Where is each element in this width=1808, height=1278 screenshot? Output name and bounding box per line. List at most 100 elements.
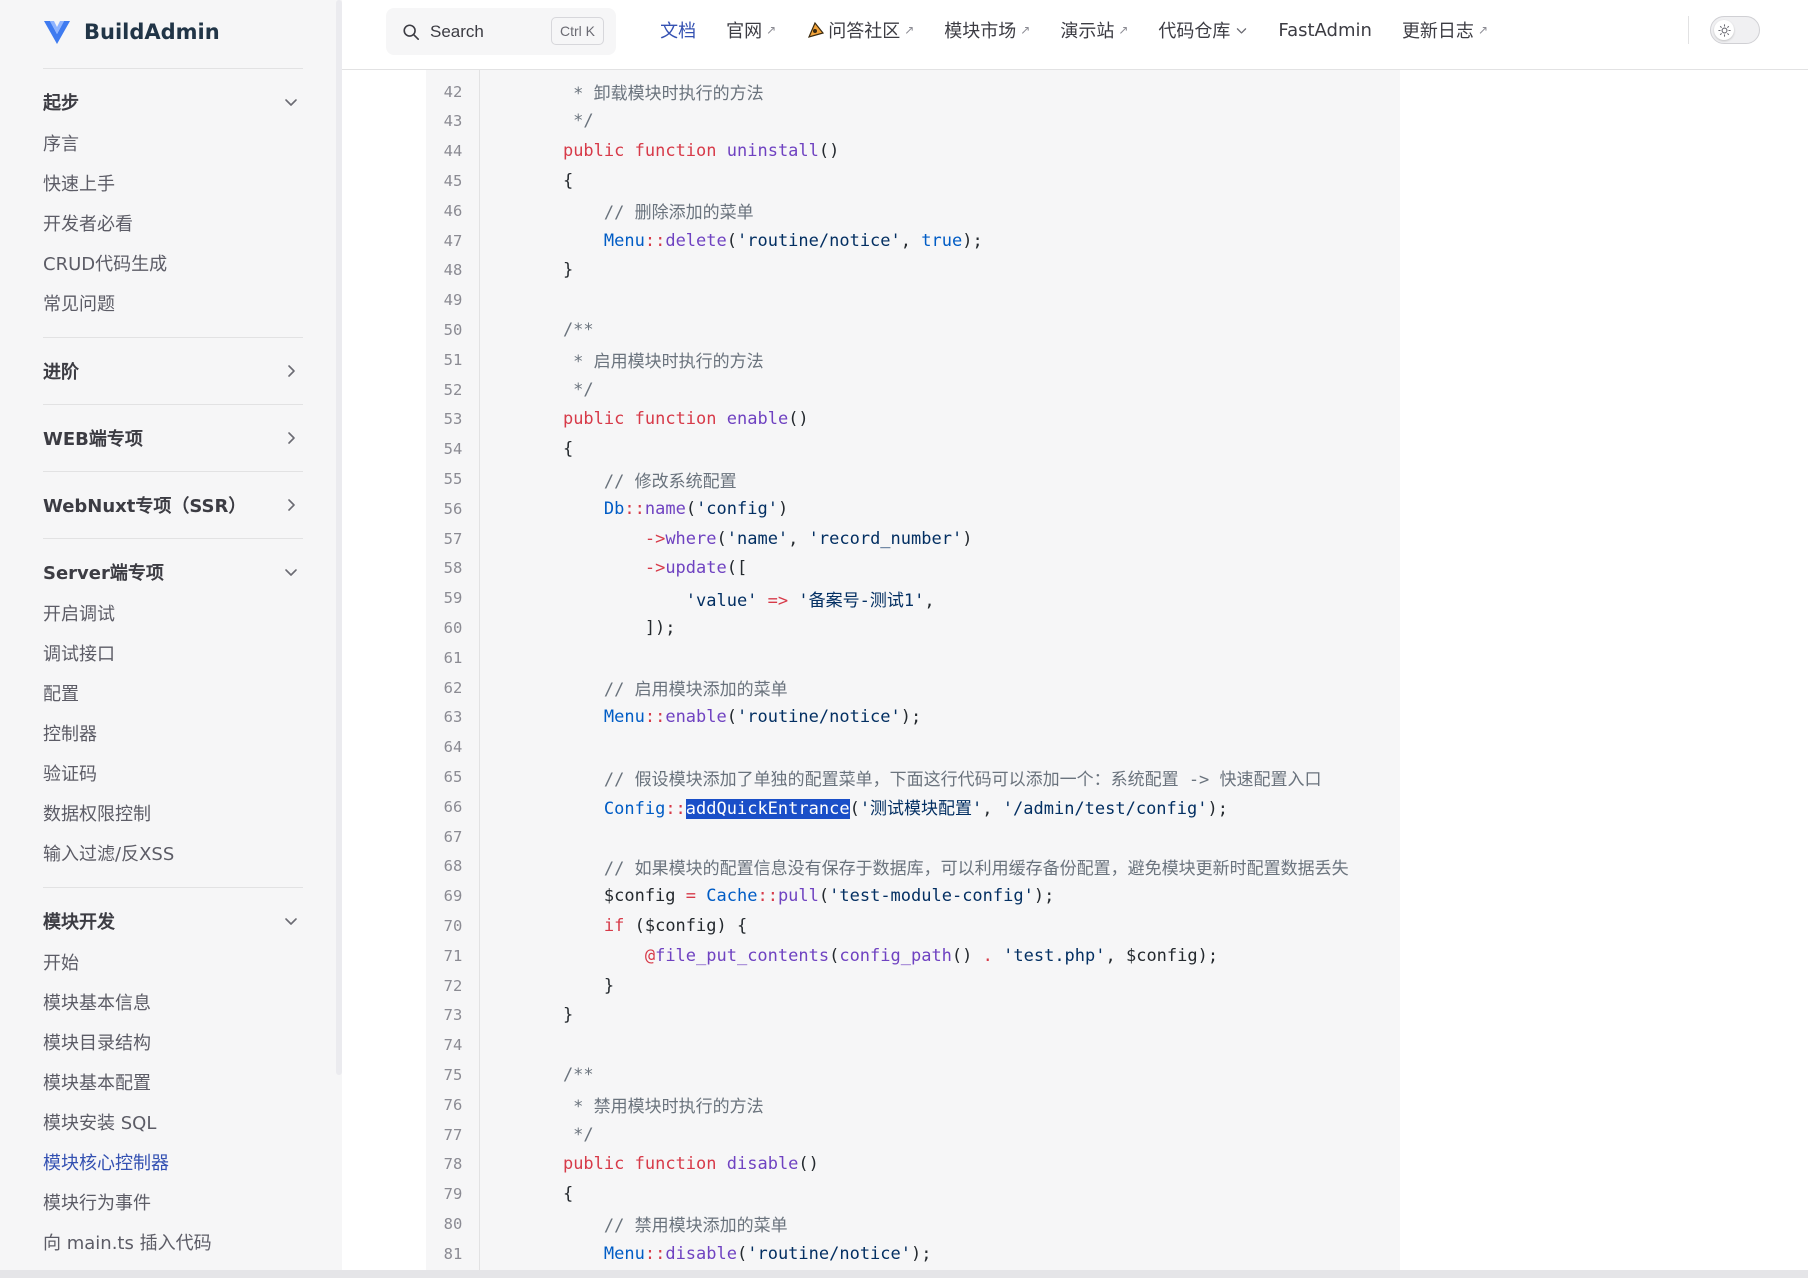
top-nav-link[interactable]: 官网 ↗: [726, 17, 776, 43]
code-text[interactable]: 'value' => '备案号-测试1',: [480, 586, 935, 611]
code-text[interactable]: // 修改系统配置: [480, 467, 737, 492]
sidebar-group-title: 起步: [43, 93, 79, 114]
sidebar-item[interactable]: 模块行为事件: [43, 1182, 303, 1222]
sidebar-group-toggle[interactable]: WEB端专项: [43, 405, 303, 471]
code-line: 74: [426, 1030, 1400, 1060]
code-text[interactable]: ]);: [480, 618, 676, 638]
code-text[interactable]: Menu::disable('routine/notice');: [480, 1244, 932, 1264]
sidebar-group-toggle[interactable]: WebNuxt专项（SSR）: [43, 472, 303, 538]
sidebar-item[interactable]: 开始: [43, 942, 303, 982]
top-nav-link[interactable]: 演示站 ↗: [1060, 17, 1128, 43]
code-token: , $config);: [1105, 945, 1219, 966]
code-text[interactable]: public function enable(): [480, 409, 809, 429]
code-text[interactable]: }: [480, 976, 614, 996]
line-number: 72: [443, 976, 463, 995]
code-text[interactable]: // 假设模块添加了单独的配置菜单，下面这行代码可以添加一个：系统配置 -> 快…: [480, 765, 1322, 790]
sidebar-item[interactable]: 模块目录结构: [43, 1022, 303, 1062]
line-number: 64: [443, 738, 463, 757]
code-text[interactable]: /**: [480, 320, 594, 340]
top-nav-label: 更新日志: [1401, 21, 1474, 42]
code-text[interactable]: public function disable(): [480, 1154, 819, 1174]
code-line: 47 Menu::delete('routine/notice', true);: [426, 226, 1400, 256]
code-text[interactable]: Menu::delete('routine/notice', true);: [480, 231, 983, 251]
external-link-icon: ↗: [904, 23, 915, 37]
line-number: 51: [443, 350, 463, 369]
sidebar-item[interactable]: 配置: [43, 673, 303, 713]
code-text[interactable]: */: [480, 111, 593, 131]
code-text[interactable]: * 卸载模块时执行的方法: [480, 79, 763, 104]
top-nav-link[interactable]: 文档: [660, 17, 696, 43]
code-token: .: [982, 945, 993, 966]
sidebar-item[interactable]: 控制器: [43, 713, 303, 753]
sidebar-item[interactable]: 向 main.ts 插入代码: [43, 1222, 303, 1262]
top-nav-link[interactable]: 模块市场 ↗: [944, 17, 1030, 43]
code-text[interactable]: {: [480, 1184, 573, 1204]
code-line: 76 * 禁用模块时执行的方法: [426, 1090, 1400, 1120]
top-nav-link[interactable]: 更新日志 ↗: [1402, 17, 1488, 43]
code-token: 'config': [696, 498, 778, 519]
sidebar-item[interactable]: 输入过滤/反XSS: [43, 833, 303, 873]
sidebar: BuildAdmin 起步序言 快速上手 开发者必看 CRUD代码生成 常见问题进阶 WE…: [0, 0, 342, 1278]
sidebar-item[interactable]: CRUD代码生成: [43, 243, 303, 283]
code-text[interactable]: {: [480, 439, 573, 459]
search-button[interactable]: Search Ctrl K: [386, 8, 616, 55]
code-token: * 启用模块时执行的方法: [522, 352, 764, 373]
code-text[interactable]: // 删除添加的菜单: [480, 198, 754, 223]
code-text[interactable]: @file_put_contents(config_path() . 'test…: [480, 946, 1218, 966]
sidebar-item[interactable]: 开启调试: [43, 593, 303, 633]
line-number: 41: [426, 70, 480, 71]
code-text[interactable]: ->where('name', 'record_number'): [480, 528, 973, 549]
sidebar-item[interactable]: 模块安装 SQL: [43, 1102, 303, 1142]
sidebar-scrollbar[interactable]: [336, 0, 342, 1075]
sidebar-item[interactable]: 模块基本配置: [43, 1062, 303, 1102]
sidebar-item[interactable]: 调试接口: [43, 633, 303, 673]
code-text[interactable]: ->update([: [480, 558, 747, 578]
top-nav-link[interactable]: 代码仓库: [1158, 17, 1248, 43]
external-link-icon: ↗: [1118, 23, 1129, 37]
code-line: 49: [426, 285, 1400, 315]
theme-toggle[interactable]: [1710, 16, 1760, 44]
sidebar-item[interactable]: 模块核心控制器: [43, 1142, 303, 1182]
code-text[interactable]: public function uninstall(): [480, 141, 839, 161]
code-token: delete: [665, 230, 727, 251]
code-text[interactable]: }: [480, 260, 573, 280]
brand[interactable]: BuildAdmin: [42, 14, 220, 50]
sidebar-item[interactable]: 常见问题: [43, 283, 303, 323]
code-line: 41 */: [426, 70, 1400, 77]
sidebar-item[interactable]: 模块基本信息: [43, 982, 303, 1022]
code-token: (: [716, 528, 727, 549]
code-text[interactable]: }: [480, 1005, 573, 1025]
code-text[interactable]: // 禁用模块添加的菜单: [480, 1211, 788, 1236]
top-nav-link[interactable]: FastAdmin: [1278, 20, 1372, 41]
sidebar-item[interactable]: 快速上手: [43, 163, 303, 203]
code-text[interactable]: Config::addQuickEntrance('测试模块配置', '/adm…: [480, 794, 1228, 820]
horizontal-scrollbar[interactable]: [0, 1270, 1808, 1278]
sidebar-item[interactable]: 序言: [43, 123, 303, 163]
line-number: 54: [443, 440, 463, 459]
chevron-right-icon: [288, 499, 295, 511]
sidebar-item[interactable]: 验证码: [43, 753, 303, 793]
top-nav-label: 代码仓库: [1158, 21, 1231, 42]
sidebar-item[interactable]: 数据权限控制: [43, 793, 303, 833]
code-text[interactable]: */: [480, 1125, 593, 1145]
code-text[interactable]: */: [480, 70, 593, 72]
sidebar-group-toggle[interactable]: 进阶: [43, 338, 303, 404]
code-text[interactable]: * 禁用模块时执行的方法: [480, 1092, 763, 1117]
search-label: Search: [430, 21, 484, 41]
code-text[interactable]: {: [480, 171, 573, 191]
code-text[interactable]: $config = Cache::pull('test-module-confi…: [480, 886, 1054, 906]
code-text[interactable]: Menu::enable('routine/notice');: [480, 707, 921, 727]
code-text[interactable]: Db::name('config'): [480, 499, 788, 519]
code-token: ,: [924, 590, 935, 611]
sidebar-item[interactable]: 开发者必看: [43, 203, 303, 243]
code-text[interactable]: * 启用模块时执行的方法: [480, 347, 764, 373]
code-text[interactable]: */: [480, 380, 593, 400]
code-text[interactable]: // 如果模块的配置信息没有保存于数据库，可以利用缓存备份配置，避免模块更新时配…: [480, 854, 1349, 879]
code-text[interactable]: /**: [480, 1065, 594, 1085]
top-nav-link[interactable]: 问答社区 ↗: [806, 17, 914, 43]
code-text[interactable]: // 启用模块添加的菜单: [480, 675, 788, 700]
code-text[interactable]: if ($config) {: [480, 916, 747, 936]
top-nav-label: 问答社区: [828, 21, 901, 42]
